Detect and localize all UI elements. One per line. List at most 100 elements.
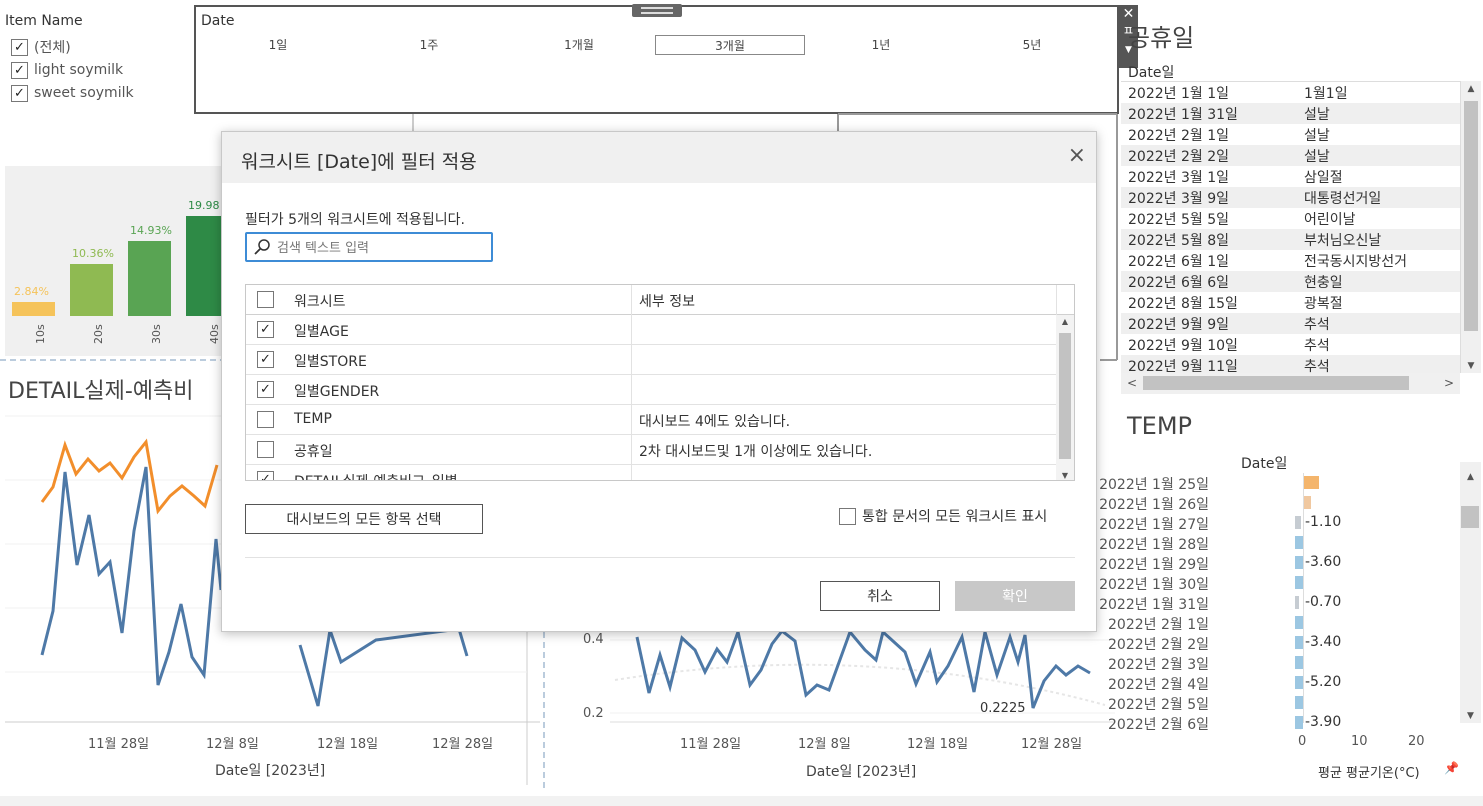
worksheet-checkbox[interactable]: ✓	[257, 381, 274, 398]
table-row[interactable]: 2022년 3월 1일 삼일절	[1121, 166, 1460, 187]
scroll-right-icon[interactable]: >	[1444, 376, 1454, 390]
detail-series-blue	[40, 466, 223, 686]
worksheet-row[interactable]: ✓ 일별STORE	[246, 345, 1056, 375]
temp-bar[interactable]	[1295, 696, 1303, 709]
table-row[interactable]: 2022년 5월 5일 어린이날	[1121, 208, 1460, 229]
temp-bar[interactable]	[1304, 496, 1311, 509]
holiday-name: 현충일	[1304, 274, 1343, 291]
table-row[interactable]: 2022년 8월 15일 광복절	[1121, 292, 1460, 313]
worksheet-table-header: 워크시트 세부 정보	[246, 285, 1074, 315]
worksheet-scrollbar[interactable]: ▲ ▼	[1056, 315, 1074, 480]
scroll-up-icon[interactable]: ▲	[1461, 84, 1481, 94]
table-row[interactable]: 2022년 5월 8일 부처님오신날	[1121, 229, 1460, 250]
temp-date: 2022년 1월 31일	[1099, 597, 1209, 613]
table-row[interactable]: 2022년 1월 1일 1월1일	[1121, 82, 1460, 103]
holiday-name: 추석	[1304, 316, 1330, 333]
table-row[interactable]: 2022년 2월 2일 설날	[1121, 145, 1460, 166]
temp-bar[interactable]	[1295, 516, 1302, 529]
scroll-thumb[interactable]	[1464, 101, 1478, 331]
select-all-dashboard-button[interactable]: 대시보드의 모든 항목 선택	[245, 504, 483, 534]
scroll-left-icon[interactable]: <	[1127, 376, 1137, 390]
show-all-checkbox[interactable]	[839, 507, 856, 525]
worksheet-name: 공휴일	[294, 444, 333, 460]
worksheet-checkbox[interactable]: ✓	[257, 321, 274, 338]
search-box[interactable]	[245, 232, 493, 262]
worksheet-checkbox[interactable]: ✓	[257, 471, 274, 480]
table-row[interactable]: 2022년 3월 9일 대통령선거일	[1121, 187, 1460, 208]
table-row[interactable]: 2022년 6월 1일 전국동시지방선거	[1121, 250, 1460, 271]
table-row[interactable]: 2022년 9월 11일 추석	[1121, 355, 1460, 373]
temp-row[interactable]: 2022년 1월 27일 -1.10	[1099, 513, 1401, 533]
temp-row[interactable]: 2022년 2월 3일	[1108, 653, 1401, 673]
temp-bar[interactable]	[1295, 576, 1303, 589]
worksheet-row[interactable]: ✓ 일별GENDER	[246, 375, 1056, 405]
show-all-label: 통합 문서의 모든 워크시트 표시	[862, 509, 1048, 525]
temp-row[interactable]: 2022년 1월 28일	[1099, 533, 1401, 553]
search-input[interactable]	[277, 238, 477, 258]
holiday-vertical-scrollbar[interactable]: ▲ ▼	[1460, 81, 1481, 373]
holiday-date: 2022년 9월 9일	[1128, 316, 1229, 333]
scroll-thumb[interactable]	[1461, 506, 1479, 528]
worksheet-row[interactable]: TEMP 대시보드 4에도 있습니다.	[246, 405, 1056, 435]
temp-sheet-title: TEMP	[1127, 412, 1193, 440]
temp-date: 2022년 2월 3일	[1108, 657, 1209, 673]
x-tick: 12월 8일	[206, 737, 259, 752]
scroll-down-icon[interactable]: ▼	[1460, 711, 1481, 721]
show-all-worksheets[interactable]: 통합 문서의 모든 워크시트 표시	[839, 506, 1047, 526]
age-category-label: 30s	[150, 324, 163, 344]
table-row[interactable]: 2022년 6월 6일 현충일	[1121, 271, 1460, 292]
temp-bar[interactable]	[1304, 476, 1319, 489]
temp-axis-tick: 10	[1351, 734, 1368, 749]
temp-date: 2022년 1월 25일	[1099, 477, 1209, 493]
temp-bar[interactable]	[1295, 616, 1303, 629]
temp-value-label: -3.90	[1305, 714, 1342, 730]
scroll-down-icon[interactable]: ▼	[1056, 471, 1074, 480]
worksheet-checkbox[interactable]	[257, 441, 274, 458]
select-all-checkbox[interactable]	[257, 291, 274, 308]
y-tick: 0.4	[583, 632, 604, 647]
temp-bar[interactable]	[1295, 556, 1303, 569]
temp-row[interactable]: 2022년 1월 31일 -0.70	[1099, 593, 1401, 613]
scroll-up-icon[interactable]: ▲	[1460, 472, 1481, 482]
temp-bar[interactable]	[1295, 676, 1303, 689]
temp-bar[interactable]	[1295, 536, 1303, 549]
worksheet-row[interactable]: 공휴일 2차 대시보드및 1개 이상에도 있습니다.	[246, 435, 1056, 465]
scroll-down-icon[interactable]: ▼	[1461, 361, 1481, 371]
temp-row[interactable]: 2022년 1월 25일	[1099, 473, 1401, 493]
temp-row[interactable]: 2022년 1월 29일 -3.60	[1099, 553, 1401, 573]
worksheet-row[interactable]: ✓ DETAIL실제-예측비교_일별	[246, 465, 1056, 480]
temp-bar[interactable]	[1295, 636, 1303, 649]
temp-bar[interactable]	[1295, 656, 1303, 669]
temp-row[interactable]: 2022년 1월 30일	[1099, 573, 1401, 593]
temp-row[interactable]: 2022년 2월 1일	[1108, 613, 1401, 633]
pin-icon[interactable]: 📌	[1444, 761, 1459, 775]
scroll-thumb[interactable]	[1059, 333, 1071, 459]
scroll-thumb[interactable]	[1143, 376, 1409, 390]
worksheet-checkbox[interactable]: ✓	[257, 351, 274, 368]
temp-row[interactable]: 2022년 1월 26일	[1099, 493, 1401, 513]
table-row[interactable]: 2022년 9월 9일 추석	[1121, 313, 1460, 334]
temp-row[interactable]: 2022년 2월 2일 -3.40	[1108, 633, 1401, 653]
holiday-date: 2022년 5월 8일	[1128, 232, 1229, 249]
holiday-horizontal-scrollbar[interactable]: < >	[1121, 373, 1460, 394]
table-row[interactable]: 2022년 1월 31일 설날	[1121, 103, 1460, 124]
cancel-button[interactable]: 취소	[820, 581, 940, 611]
scroll-up-icon[interactable]: ▲	[1056, 317, 1074, 326]
age-bar[interactable]	[70, 264, 113, 316]
temp-vertical-scrollbar[interactable]: ▲ ▼	[1460, 462, 1481, 723]
temp-row[interactable]: 2022년 2월 4일 -5.20	[1108, 673, 1401, 693]
temp-row[interactable]: 2022년 2월 5일	[1108, 693, 1401, 713]
holiday-date: 2022년 1월 31일	[1128, 106, 1238, 123]
temp-bar[interactable]	[1295, 596, 1299, 609]
temp-bar[interactable]	[1295, 716, 1303, 729]
temp-row[interactable]: 2022년 2월 6일 -3.90	[1108, 713, 1401, 733]
age-bar[interactable]	[12, 301, 55, 316]
age-bar[interactable]	[128, 241, 171, 316]
holiday-name: 추석	[1304, 358, 1330, 374]
ok-button[interactable]: 확인	[955, 581, 1075, 611]
table-row[interactable]: 2022년 2월 1일 설날	[1121, 124, 1460, 145]
close-icon[interactable]: ×	[1068, 145, 1086, 167]
table-row[interactable]: 2022년 9월 10일 추석	[1121, 334, 1460, 355]
worksheet-checkbox[interactable]	[257, 411, 274, 428]
worksheet-row[interactable]: ✓ 일별AGE	[246, 315, 1056, 345]
